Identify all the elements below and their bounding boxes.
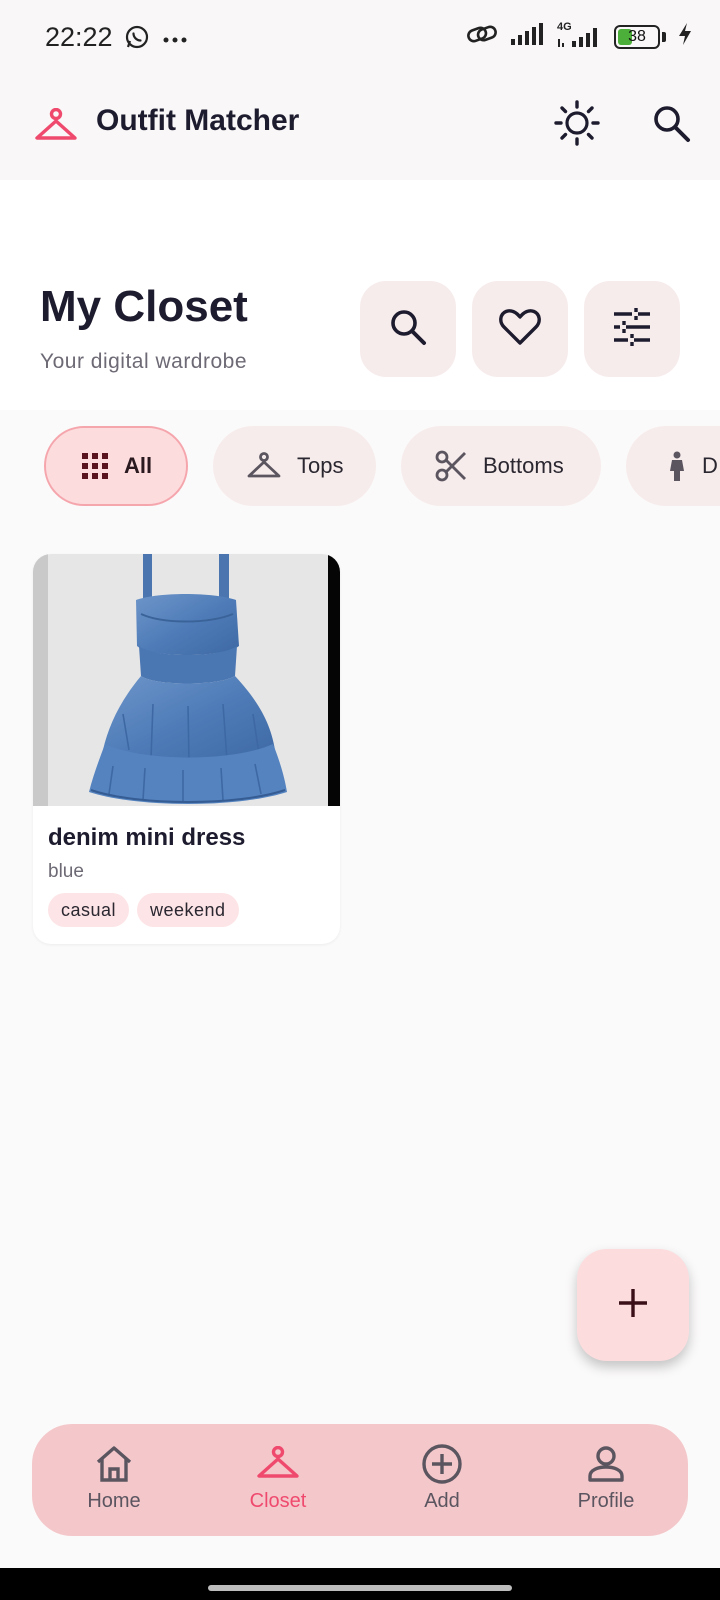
chip-tops[interactable]: Tops (213, 426, 376, 506)
battery-icon: 38 (614, 24, 660, 49)
person-icon (668, 451, 686, 481)
nav-profile[interactable]: Profile (524, 1424, 688, 1536)
filter-button[interactable] (584, 281, 680, 377)
chip-all[interactable]: All (44, 426, 188, 506)
heart-icon (499, 308, 541, 351)
search-icon (388, 307, 428, 352)
system-navigation-bar (0, 1568, 720, 1600)
whatsapp-icon (124, 24, 150, 55)
status-bar: 22:22 4G 38 (0, 0, 720, 78)
profile-icon (587, 1442, 625, 1486)
nav-closet[interactable]: Closet (196, 1424, 360, 1536)
nav-add[interactable]: Add (360, 1424, 524, 1536)
chip-dresses[interactable]: D (626, 426, 720, 506)
favorites-button[interactable] (472, 281, 568, 377)
signal-4g-icon: 4G (556, 21, 602, 49)
link-icon (466, 22, 498, 51)
nav-label: Add (424, 1490, 460, 1512)
page-title: My Closet (40, 282, 248, 331)
app-title: Outfit Matcher (96, 104, 300, 137)
plus-icon (617, 1287, 649, 1324)
hanger-icon (256, 1442, 300, 1486)
nav-label: Profile (577, 1490, 635, 1512)
add-circle-icon (421, 1442, 463, 1486)
more-dots-icon (162, 31, 188, 49)
search-icon[interactable] (646, 98, 696, 148)
scissors-icon (435, 450, 467, 482)
category-chips: All Tops Bottoms D (0, 426, 720, 506)
app-bar: Outfit Matcher (0, 78, 720, 180)
clothing-item-card[interactable]: denim mini dress blue casual weekend (33, 554, 340, 944)
home-gesture-handle[interactable] (208, 1585, 512, 1591)
hanger-icon (247, 452, 281, 480)
home-icon (94, 1442, 134, 1486)
hanger-logo-icon (34, 107, 78, 149)
filter-sliders-icon (612, 307, 652, 351)
theme-toggle-icon[interactable] (552, 98, 602, 148)
status-time: 22:22 (45, 22, 113, 52)
nav-label: Closet (249, 1490, 307, 1512)
signal-icon (510, 23, 544, 50)
add-item-fab[interactable] (577, 1249, 689, 1361)
closet-header: My Closet Your digital wardrobe (0, 180, 720, 410)
page-subtitle: Your digital wardrobe (40, 350, 248, 373)
chip-label: Tops (297, 453, 344, 478)
chip-bottoms[interactable]: Bottoms (401, 426, 601, 506)
chip-label: Bottoms (483, 453, 564, 478)
bottom-navigation: Home Closet Add Profile (32, 1424, 688, 1536)
item-tag: weekend (137, 893, 239, 927)
charging-icon (678, 23, 692, 50)
chip-label: D (702, 453, 718, 478)
denim-dress-image (89, 554, 287, 804)
nav-home[interactable]: Home (32, 1424, 196, 1536)
closet-search-button[interactable] (360, 281, 456, 377)
item-name: denim mini dress (48, 824, 246, 851)
item-tag: casual (48, 893, 130, 927)
item-color: blue (48, 861, 84, 882)
grid-icon (82, 453, 108, 479)
nav-label: Home (87, 1490, 141, 1512)
item-photo (33, 554, 340, 806)
chip-label: All (124, 453, 153, 478)
